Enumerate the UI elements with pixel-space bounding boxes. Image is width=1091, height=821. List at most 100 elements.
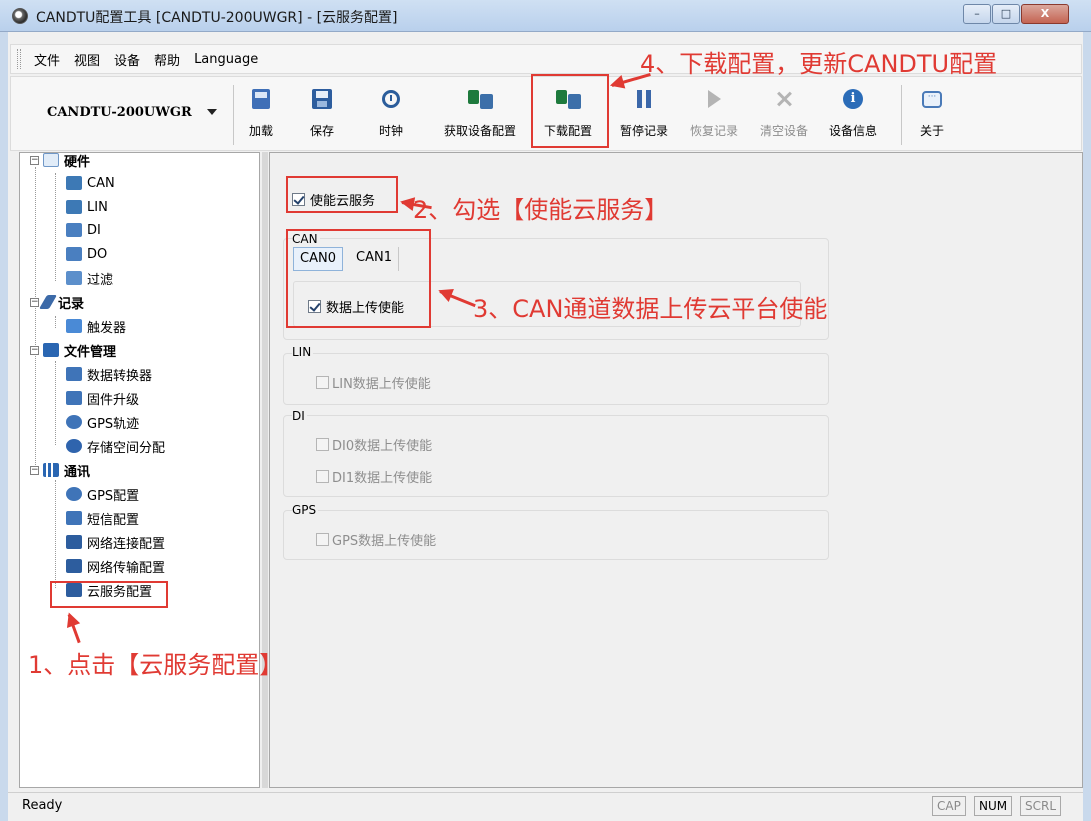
device-selector[interactable]: CANDTU-200UWGR	[47, 105, 192, 120]
tree-label: GPS轨迹	[87, 416, 140, 432]
tree-connector	[55, 316, 56, 328]
tree-item-filter[interactable]: 过滤	[66, 267, 113, 289]
lin-upload-option[interactable]: LIN数据上传使能	[316, 373, 431, 392]
di0-upload-option[interactable]: DI0数据上传使能	[316, 435, 432, 454]
annotation-step3: 3、CAN通道数据上传云平台使能	[473, 295, 828, 323]
di1-upload-checkbox[interactable]	[316, 470, 329, 483]
tree-node-communication[interactable]: − 通讯	[30, 459, 90, 481]
tree-item-can[interactable]: CAN	[66, 172, 115, 194]
title-bar: CANDTU配置工具 [CANDTU-200UWGR] - [云服务配置] – …	[0, 0, 1091, 32]
menu-view[interactable]: 视图	[67, 50, 107, 69]
save-button[interactable]: 保存	[310, 87, 334, 139]
clock-button[interactable]: 时钟	[379, 87, 403, 139]
device-info-label: 设备信息	[829, 124, 878, 138]
di1-upload-option[interactable]: DI1数据上传使能	[316, 467, 432, 486]
lin-group-title: LIN	[292, 345, 314, 359]
maximize-button[interactable]: □	[992, 4, 1020, 24]
highlight-cloud-service-item	[50, 581, 168, 608]
tree-item-sms-config[interactable]: 短信配置	[66, 507, 139, 529]
navigation-tree: − 硬件 CAN LIN DI DO 过滤 − 记录 触发器 − 文件管理 数据	[19, 152, 260, 788]
tree-item-lin[interactable]: LIN	[66, 196, 108, 218]
tree-label: 通讯	[64, 464, 91, 480]
app-icon	[12, 8, 28, 24]
gps-upload-option[interactable]: GPS数据上传使能	[316, 530, 436, 549]
tree-label: DO	[87, 246, 108, 262]
pause-record-button[interactable]: 暂停记录	[620, 87, 668, 139]
menu-help[interactable]: 帮助	[147, 50, 187, 69]
di0-upload-checkbox[interactable]	[316, 438, 329, 451]
tree-item-data-converter[interactable]: 数据转换器	[66, 363, 152, 385]
load-button[interactable]: 加载	[249, 87, 273, 139]
tree-connector	[55, 361, 56, 445]
tree-item-gps-config[interactable]: GPS配置	[66, 483, 139, 505]
tree-item-trigger[interactable]: 触发器	[66, 315, 126, 337]
resume-record-button[interactable]: 恢复记录	[690, 87, 738, 139]
menu-language[interactable]: Language	[187, 52, 265, 67]
tree-item-network-connection[interactable]: 网络连接配置	[66, 531, 165, 553]
clear-device-label: 清空设备	[760, 124, 809, 138]
tree-item-storage-allocation[interactable]: 存储空间分配	[66, 435, 165, 457]
about-icon: ···	[922, 90, 942, 108]
clear-device-button[interactable]: 清空设备	[760, 87, 808, 139]
tree-label: 记录	[58, 296, 85, 312]
status-bar: Ready CAP NUM SCRL	[8, 792, 1083, 818]
tree-item-di[interactable]: DI	[66, 219, 101, 241]
collapse-icon[interactable]: −	[30, 297, 39, 307]
info-icon: i	[843, 89, 863, 109]
di1-upload-label: DI1数据上传使能	[332, 471, 433, 486]
highlight-download-config	[531, 74, 609, 148]
tree-label: DI	[87, 222, 101, 238]
tree-item-do[interactable]: DO	[66, 243, 107, 265]
tree-node-record[interactable]: − 记录	[30, 291, 84, 313]
minimize-button[interactable]: –	[963, 4, 991, 24]
di-group-title: DI	[292, 409, 307, 423]
tree-label: 文件管理	[64, 344, 117, 360]
chevron-down-icon[interactable]	[207, 109, 217, 115]
about-label: 关于	[920, 124, 945, 138]
collapse-icon[interactable]: −	[30, 345, 39, 355]
get-config-button[interactable]: 获取设备配置	[444, 87, 516, 139]
converter-icon	[66, 367, 82, 381]
clock-label: 时钟	[379, 124, 404, 138]
lin-upload-label: LIN数据上传使能	[332, 377, 431, 392]
network-icon	[66, 535, 82, 549]
lin-upload-checkbox[interactable]	[316, 376, 329, 389]
annotation-step2: 2、勾选【使能云服务】	[413, 196, 669, 224]
window-title: CANDTU配置工具 [CANDTU-200UWGR] - [云服务配置]	[36, 10, 398, 26]
collapse-icon[interactable]: −	[30, 155, 39, 165]
collapse-icon[interactable]: −	[30, 465, 39, 475]
pie-chart-icon	[66, 439, 82, 453]
tree-item-firmware-upgrade[interactable]: 固件升级	[66, 387, 139, 409]
annotation-step4: 4、下载配置，更新CANDTU配置	[640, 50, 998, 78]
tree-node-file-management[interactable]: − 文件管理	[30, 339, 116, 361]
tree-item-gps-track[interactable]: GPS轨迹	[66, 411, 139, 433]
upgrade-icon	[66, 391, 82, 405]
filter-icon	[66, 271, 82, 285]
tree-label: 数据转换器	[87, 368, 153, 384]
net-icon	[66, 559, 82, 573]
caps-lock-indicator: CAP	[932, 796, 966, 816]
toolbar-separator	[901, 85, 902, 145]
menu-device[interactable]: 设备	[107, 50, 147, 69]
toolbar-separator	[233, 85, 234, 145]
signal-icon	[43, 463, 59, 477]
close-button[interactable]: X	[1021, 4, 1069, 24]
panel-splitter[interactable]	[262, 152, 268, 788]
device-info-button[interactable]: i 设备信息	[829, 87, 877, 139]
about-button[interactable]: ··· 关于	[920, 87, 944, 139]
gps-upload-label: GPS数据上传使能	[332, 534, 437, 549]
tree-connector	[55, 173, 56, 281]
tree-item-network-transfer[interactable]: 网络传输配置	[66, 555, 165, 577]
tree-label: LIN	[87, 199, 108, 215]
resume-record-label: 恢复记录	[690, 124, 739, 138]
load-icon	[252, 89, 270, 109]
save-icon	[312, 89, 332, 109]
gps-upload-checkbox[interactable]	[316, 533, 329, 546]
menu-file[interactable]: 文件	[27, 50, 67, 69]
di0-upload-label: DI0数据上传使能	[332, 439, 433, 454]
highlight-enable-cloud	[286, 176, 398, 213]
tree-label: 短信配置	[87, 512, 140, 528]
status-text: Ready	[22, 798, 63, 813]
tree-node-hardware[interactable]: − 硬件	[30, 149, 90, 171]
clock-icon	[382, 90, 400, 108]
